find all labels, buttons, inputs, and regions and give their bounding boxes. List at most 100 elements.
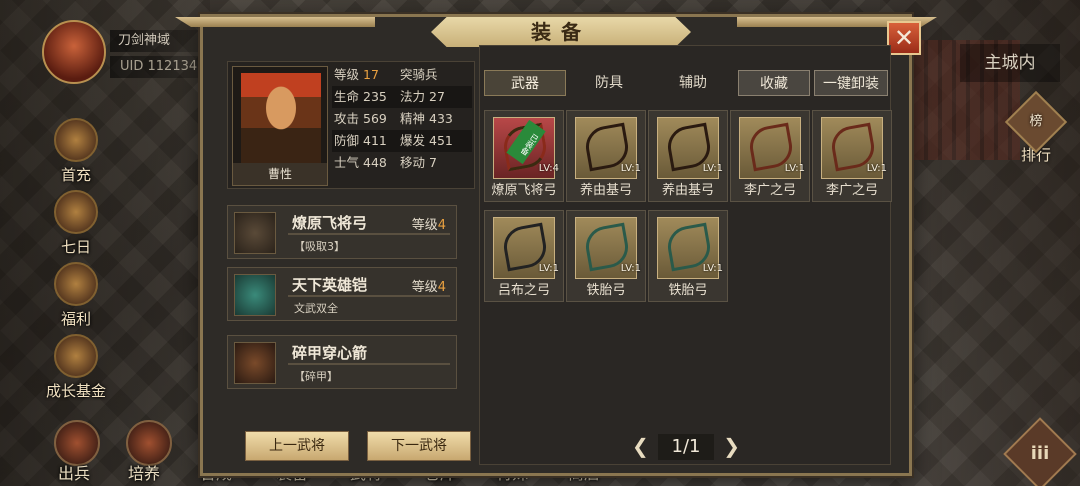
coin-tree-icon bbox=[54, 334, 98, 378]
tab-accessory[interactable]: 辅助 bbox=[652, 70, 734, 96]
side-btn-label: 七日 bbox=[60, 238, 91, 256]
stat-label: 生命 bbox=[334, 89, 360, 104]
rank-button[interactable]: 榜排行 bbox=[1004, 90, 1068, 165]
side-btn-welfare[interactable]: 福利 bbox=[40, 262, 112, 329]
equipped-weapon-slot[interactable]: 燎原飞将弓 等级4 【吸取3】 bbox=[227, 205, 457, 259]
close-button[interactable]: ✕ bbox=[887, 21, 921, 55]
stat-cell: 生命 235 bbox=[332, 86, 400, 108]
chest-icon bbox=[54, 262, 98, 306]
side-btn-label: 成长基金 bbox=[45, 382, 106, 400]
equip-desc: 文武双全 bbox=[294, 302, 338, 315]
armor-icon bbox=[234, 274, 276, 316]
stat-cell: 法力 27 bbox=[400, 86, 470, 108]
prev-page-icon[interactable]: ❮ bbox=[632, 434, 649, 458]
hero-card: 曹性 等级 17 突骑兵 生命 235 法力 27 攻击 569 精神 433 … bbox=[227, 61, 475, 189]
item-cell[interactable]: LV:1 李广之弓 bbox=[730, 110, 810, 202]
item-cell[interactable]: LV:1 铁胎弓 bbox=[566, 210, 646, 302]
category-tabs: 武器 防具 辅助 收藏 一键卸装 bbox=[484, 70, 888, 96]
stat-label: 爆发 bbox=[400, 133, 426, 148]
item-level: LV:1 bbox=[702, 163, 723, 174]
equip-name: 燎原飞将弓 bbox=[292, 214, 368, 232]
unequip-all-button[interactable]: 一键卸装 bbox=[814, 70, 888, 96]
item-cell[interactable]: LV:1 李广之弓 bbox=[812, 110, 892, 202]
item-cell[interactable]: 已装备 LV:4 燎原飞将弓 bbox=[484, 110, 564, 202]
divider bbox=[288, 295, 450, 297]
equip-level-value: 4 bbox=[437, 280, 446, 295]
item-level: LV:1 bbox=[538, 263, 559, 274]
stat-row: 防御 411 爆发 451 bbox=[332, 130, 472, 152]
menu-icon: iii bbox=[1030, 443, 1050, 464]
item-cell[interactable]: LV:1 养由基弓 bbox=[648, 110, 728, 202]
equip-level: 等级4 bbox=[412, 214, 446, 233]
equip-desc: 【碎甲】 bbox=[294, 370, 338, 383]
hero-name: 曹性 bbox=[233, 163, 327, 185]
rank-icon: 榜 bbox=[1004, 90, 1068, 154]
hero-portrait[interactable]: 曹性 bbox=[232, 66, 328, 186]
divider bbox=[288, 233, 450, 235]
stat-row: 士气 448 移动 7 bbox=[332, 152, 472, 174]
stat-cell: 移动 7 bbox=[400, 152, 470, 174]
equip-level-label: 等级 bbox=[411, 218, 438, 233]
stat-value: 411 bbox=[363, 133, 387, 148]
item-name: 养由基弓 bbox=[661, 183, 714, 198]
item-name: 李广之弓 bbox=[825, 183, 878, 198]
item-cell[interactable]: LV:1 养由基弓 bbox=[566, 110, 646, 202]
stat-row: 攻击 569 精神 433 bbox=[332, 108, 472, 130]
player-avatar[interactable] bbox=[42, 20, 106, 84]
item-name: 吕布之弓 bbox=[497, 283, 550, 298]
item-name: 养由基弓 bbox=[579, 183, 632, 198]
hero-stats: 等级 17 突骑兵 生命 235 法力 27 攻击 569 精神 433 防御 … bbox=[332, 64, 472, 174]
tab-armor[interactable]: 防具 bbox=[568, 70, 650, 96]
hero-portrait-image bbox=[241, 73, 321, 165]
stat-label: 防御 bbox=[334, 133, 360, 148]
uid-label: UID bbox=[120, 59, 144, 74]
equipped-accessory-slot[interactable]: 碎甲穿心箭 【碎甲】 bbox=[227, 335, 457, 389]
side-btn-label: 福利 bbox=[60, 310, 91, 328]
equipment-modal: 装备 ✕ 曹性 等级 17 突骑兵 生命 235 法力 27 攻击 569 精神… bbox=[175, 14, 937, 476]
stat-label: 移动 bbox=[400, 155, 426, 170]
modal-title-plate: 装备 bbox=[431, 17, 691, 47]
stat-cell: 攻击 569 bbox=[332, 108, 400, 130]
item-level: LV:4 bbox=[538, 163, 559, 174]
stat-cell: 防御 411 bbox=[332, 130, 400, 152]
next-page-icon[interactable]: ❯ bbox=[723, 434, 740, 458]
tab-weapon[interactable]: 武器 bbox=[484, 70, 566, 96]
item-level: LV:1 bbox=[866, 163, 887, 174]
item-level: LV:1 bbox=[702, 263, 723, 274]
stat-label: 法力 bbox=[400, 89, 426, 104]
item-cell[interactable]: LV:1 铁胎弓 bbox=[648, 210, 728, 302]
item-name: 李广之弓 bbox=[743, 183, 796, 198]
stat-value: 569 bbox=[363, 111, 387, 126]
stat-value: 27 bbox=[429, 89, 445, 104]
equipped-armor-slot[interactable]: 天下英雄铠 等级4 文武双全 bbox=[227, 267, 457, 321]
level-value: 17 bbox=[363, 67, 379, 82]
calendar-icon bbox=[54, 190, 98, 234]
stat-label: 攻击 bbox=[334, 111, 360, 126]
bottom-nav-sortie[interactable]: 出兵 bbox=[58, 460, 90, 484]
hero-panel: 曹性 等级 17 突骑兵 生命 235 法力 27 攻击 569 精神 433 … bbox=[227, 45, 475, 463]
location-label: 主城内 bbox=[960, 44, 1060, 82]
stat-cell: 士气 448 bbox=[332, 152, 400, 174]
stat-cell: 精神 433 bbox=[400, 108, 470, 130]
equip-level: 等级4 bbox=[412, 276, 446, 295]
equip-desc: 【吸取3】 bbox=[294, 240, 345, 253]
side-btn-seven-days[interactable]: 七日 bbox=[40, 190, 112, 257]
stat-value: 7 bbox=[429, 155, 437, 170]
bottom-nav-train[interactable]: 培养 bbox=[128, 460, 160, 484]
collect-button[interactable]: 收藏 bbox=[738, 70, 810, 96]
item-level: LV:1 bbox=[784, 163, 805, 174]
bow-icon bbox=[234, 212, 276, 254]
side-btn-growth-fund[interactable]: 成长基金 bbox=[40, 334, 112, 401]
divider bbox=[288, 363, 450, 365]
item-cell[interactable]: LV:1 吕布之弓 bbox=[484, 210, 564, 302]
title-ornament-left bbox=[175, 17, 375, 27]
arrow-icon bbox=[234, 342, 276, 384]
stat-label: 士气 bbox=[334, 155, 360, 170]
close-icon: ✕ bbox=[893, 24, 915, 52]
next-hero-button[interactable]: 下一武将 bbox=[367, 431, 471, 461]
prev-hero-button[interactable]: 上一武将 bbox=[245, 431, 349, 461]
stat-value: 433 bbox=[429, 111, 453, 126]
stat-value: 235 bbox=[363, 89, 387, 104]
equip-name: 天下英雄铠 bbox=[292, 276, 368, 294]
side-btn-first-recharge[interactable]: 首充 bbox=[40, 118, 112, 185]
